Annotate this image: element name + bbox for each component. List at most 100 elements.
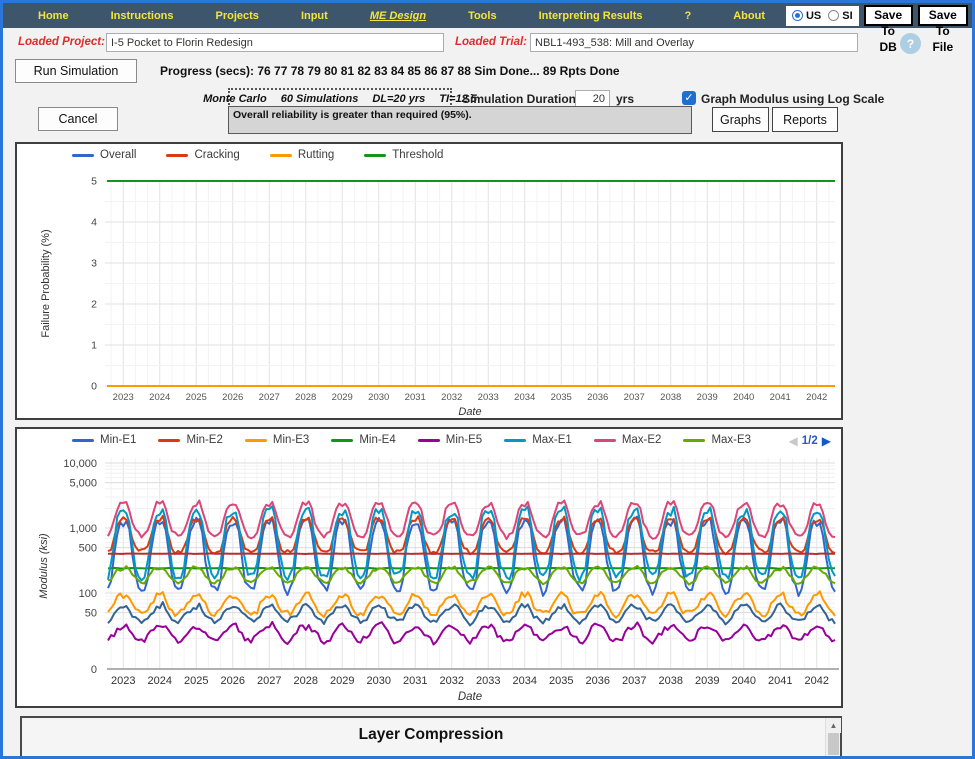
x-tick-label: 2023 xyxy=(113,392,134,403)
legend-swatch-icon xyxy=(683,439,705,442)
y-tick-label: 3 xyxy=(91,258,97,270)
y-tick-label: 4 xyxy=(91,217,97,229)
x-tick-label: 2038 xyxy=(660,392,681,403)
nav-item-about[interactable]: About xyxy=(712,10,786,22)
x-tick-label: 2030 xyxy=(368,392,389,403)
x-tick-label: 2041 xyxy=(770,392,791,403)
help-icon[interactable]: ? xyxy=(900,33,921,54)
x-tick-label: 2024 xyxy=(148,675,172,687)
x-tick-label: 2027 xyxy=(259,392,280,403)
simulation-duration-units: yrs xyxy=(616,92,634,106)
legend-pager-next-icon[interactable]: ▶ xyxy=(822,434,831,448)
series-line-min-e3 xyxy=(108,591,835,617)
unit-radio-si[interactable]: SI xyxy=(828,10,852,22)
x-tick-label: 2023 xyxy=(111,675,135,687)
x-tick-label: 2031 xyxy=(403,675,427,687)
units-radio-group: US SI xyxy=(786,6,859,26)
legend-label: Max-E1 xyxy=(532,434,572,446)
legend-item-min-e1: Min-E1 xyxy=(72,434,136,446)
loaded-trial-label: Loaded Trial: xyxy=(455,36,527,48)
mc-item-monte-carlo: Monte Carlo xyxy=(203,93,267,105)
y-tick-label: 0 xyxy=(91,381,97,393)
legend-item-min-e4: Min-E4 xyxy=(331,434,395,446)
unit-radio-label: US xyxy=(806,10,821,22)
save-to-file-button[interactable]: Save To File xyxy=(918,5,968,26)
reports-button[interactable]: Reports xyxy=(772,107,838,132)
nav-menu: HomeInstructionsProjectsInputME DesignTo… xyxy=(17,10,786,22)
x-tick-label: 2029 xyxy=(330,675,354,687)
x-tick-label: 2037 xyxy=(624,392,645,403)
nav-item-[interactable]: ? xyxy=(663,10,712,22)
legend-swatch-icon xyxy=(418,439,440,442)
x-tick-label: 2042 xyxy=(806,392,827,403)
layer-compression-title: Layer Compression xyxy=(22,726,840,744)
legend-swatch-icon xyxy=(364,154,386,157)
radio-circle-icon xyxy=(828,10,839,21)
legend-label: Threshold xyxy=(392,149,443,161)
legend-swatch-icon xyxy=(72,154,94,157)
x-tick-label: 2040 xyxy=(733,392,754,403)
loaded-project-field[interactable] xyxy=(106,33,444,52)
legend-item-rutting: Rutting xyxy=(270,149,334,161)
loaded-project-label: Loaded Project: xyxy=(18,36,105,48)
x-tick-label: 2032 xyxy=(441,392,462,403)
top-nav-bar: HomeInstructionsProjectsInputME DesignTo… xyxy=(3,3,972,28)
legend-item-max-e1: Max-E1 xyxy=(504,434,572,446)
nav-item-interpreting-results[interactable]: Interpreting Results xyxy=(518,10,664,22)
y-tick-label: 1,000 xyxy=(69,523,97,535)
legend-item-threshold: Threshold xyxy=(364,149,443,161)
y-tick-label: 500 xyxy=(79,543,97,555)
nav-right-group: US SI Save To DB Save To File xyxy=(786,5,972,26)
legend-label: Overall xyxy=(100,149,136,161)
log-scale-checkbox[interactable]: ✓ xyxy=(682,91,696,105)
x-tick-label: 2026 xyxy=(221,675,245,687)
nav-item-home[interactable]: Home xyxy=(17,10,90,22)
legend-pager-prev-icon[interactable]: ◀ xyxy=(789,434,798,448)
nav-item-instructions[interactable]: Instructions xyxy=(90,10,195,22)
x-tick-label: 2035 xyxy=(549,675,573,687)
legend-item-max-e2: Max-E2 xyxy=(594,434,662,446)
x-tick-label: 2029 xyxy=(332,392,353,403)
x-tick-label: 2041 xyxy=(768,675,792,687)
simulation-duration-label: Simulation Duration xyxy=(462,92,576,106)
x-tick-label: 2028 xyxy=(294,675,318,687)
legend-swatch-icon xyxy=(245,439,267,442)
nav-item-input[interactable]: Input xyxy=(280,10,349,22)
layer-panel-scrollbar[interactable]: ▲ xyxy=(825,718,840,759)
legend-label: Cracking xyxy=(194,149,239,161)
legend-label: Min-E3 xyxy=(273,434,309,446)
y-tick-label: 10,000 xyxy=(63,458,97,470)
unit-radio-us[interactable]: US xyxy=(792,10,821,22)
x-tick-label: 2036 xyxy=(587,392,608,403)
scrollbar-thumb[interactable] xyxy=(828,733,839,755)
chart1-legend: Overall Cracking Rutting Threshold xyxy=(17,149,841,161)
legend-item-overall: Overall xyxy=(72,149,136,161)
legend-label: Max-E2 xyxy=(622,434,662,446)
modulus-chart: Min-E1Min-E2Min-E3Min-E4Min-E5Max-E1Max-… xyxy=(15,427,843,708)
x-tick-label: 2026 xyxy=(222,392,243,403)
legend-swatch-icon xyxy=(72,439,94,442)
nav-item-projects[interactable]: Projects xyxy=(195,10,280,22)
x-tick-label: 2024 xyxy=(149,392,170,403)
x-tick-label: 2039 xyxy=(695,675,719,687)
scroll-up-icon[interactable]: ▲ xyxy=(826,718,841,733)
legend-swatch-icon xyxy=(158,439,180,442)
nav-item-tools[interactable]: Tools xyxy=(447,10,518,22)
graphs-button[interactable]: Graphs xyxy=(712,107,769,132)
cancel-button[interactable]: Cancel xyxy=(38,107,118,131)
y-tick-label: 1 xyxy=(91,340,97,352)
y-tick-label: 100 xyxy=(79,588,97,600)
series-line-max-e4 xyxy=(108,553,835,554)
legend-label: Min-E1 xyxy=(100,434,136,446)
loaded-trial-field[interactable] xyxy=(530,33,858,52)
save-to-db-button[interactable]: Save To DB xyxy=(864,5,913,26)
x-tick-label: 2038 xyxy=(659,675,683,687)
legend-label: Min-E2 xyxy=(186,434,222,446)
nav-item-me-design[interactable]: ME Design xyxy=(349,10,447,22)
x-tick-label: 2025 xyxy=(186,392,207,403)
run-simulation-button[interactable]: Run Simulation xyxy=(15,59,137,83)
legend-label: Max-E3 xyxy=(711,434,751,446)
x-tick-label: 2040 xyxy=(732,675,756,687)
legend-swatch-icon xyxy=(166,154,188,157)
radio-circle-icon xyxy=(792,10,803,21)
